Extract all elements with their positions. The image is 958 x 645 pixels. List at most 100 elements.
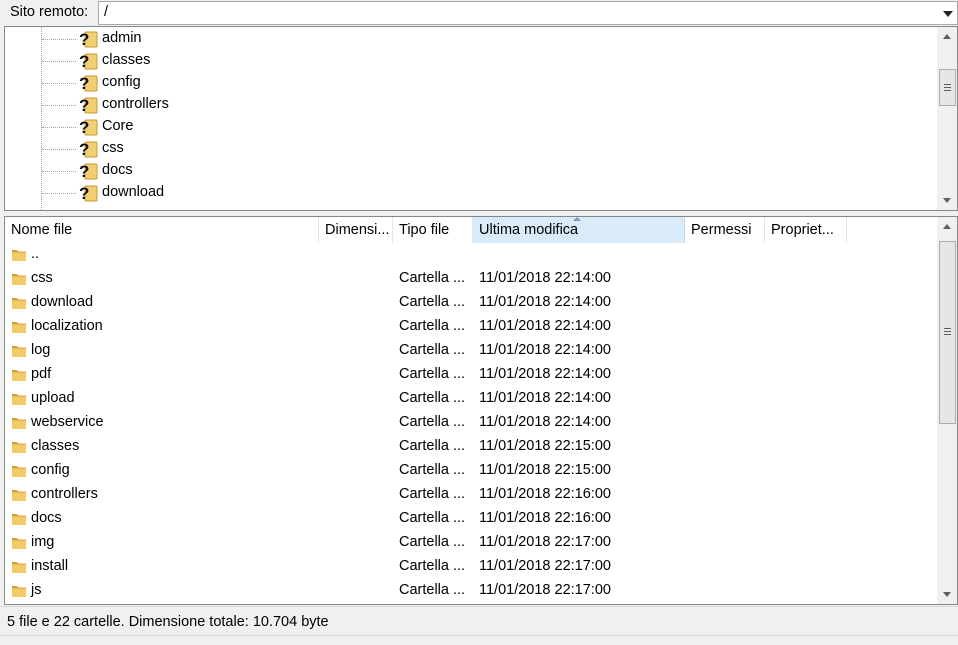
- cell-type: Cartella ...: [399, 534, 466, 550]
- table-row[interactable]: docs Cartella ... 11/01/2018 22:16:00: [5, 507, 939, 531]
- tree-item-label: classes: [102, 52, 151, 68]
- cell-type: Cartella ...: [399, 510, 466, 526]
- cell-name: controllers: [31, 486, 98, 502]
- table-row[interactable]: install Cartella ... 11/01/2018 22:17:00: [5, 555, 939, 579]
- column-header-permissions[interactable]: Permessi: [685, 217, 765, 243]
- remote-file-list[interactable]: Nome file Dimensi... Tipo file Ultima mo…: [4, 216, 958, 605]
- svg-text:?: ?: [79, 118, 89, 136]
- folder-icon: [11, 536, 27, 550]
- cell-name: docs: [31, 510, 62, 526]
- folder-icon: [11, 464, 27, 478]
- folder-icon: [11, 392, 27, 406]
- table-row[interactable]: css Cartella ... 11/01/2018 22:14:00: [5, 267, 939, 291]
- tree-branch-line: [42, 193, 76, 194]
- table-row[interactable]: ..: [5, 243, 939, 267]
- status-bar: 5 file e 22 cartelle. Dimensione totale:…: [0, 606, 958, 636]
- folder-icon: [11, 560, 27, 574]
- cell-type: Cartella ...: [399, 294, 466, 310]
- unknown-folder-icon: ?: [78, 74, 98, 93]
- folder-icon: [11, 320, 27, 334]
- tree-item-label: config: [102, 74, 141, 90]
- column-header-modified[interactable]: Ultima modifica: [473, 217, 685, 243]
- scroll-up-arrow-icon[interactable]: [943, 224, 951, 229]
- column-header-name[interactable]: Nome file: [5, 217, 319, 243]
- remote-path-value[interactable]: /: [104, 4, 108, 20]
- cell-modified: 11/01/2018 22:15:00: [479, 462, 611, 478]
- cell-modified: 11/01/2018 22:14:00: [479, 414, 611, 430]
- table-row[interactable]: download Cartella ... 11/01/2018 22:14:00: [5, 291, 939, 315]
- list-vertical-scrollbar[interactable]: [937, 217, 957, 604]
- tree-branch-line: [42, 171, 76, 172]
- folder-icon: [11, 440, 27, 454]
- cell-modified: 11/01/2018 22:14:00: [479, 270, 611, 286]
- column-header-owner[interactable]: Propriet...: [765, 217, 847, 243]
- tree-branch-line: [42, 61, 76, 62]
- list-scroll-thumb[interactable]: [939, 241, 956, 424]
- scroll-up-arrow-icon[interactable]: [943, 34, 951, 39]
- cell-modified: 11/01/2018 22:17:00: [479, 558, 611, 574]
- cell-modified: 11/01/2018 22:16:00: [479, 486, 611, 502]
- table-row[interactable]: pdf Cartella ... 11/01/2018 22:14:00: [5, 363, 939, 387]
- svg-text:?: ?: [79, 162, 89, 180]
- tree-item[interactable]: ? Core: [5, 116, 905, 138]
- cell-name: css: [31, 270, 53, 286]
- folder-icon: [11, 344, 27, 358]
- status-text: 5 file e 22 cartelle. Dimensione totale:…: [7, 614, 329, 630]
- cell-type: Cartella ...: [399, 366, 466, 382]
- table-row[interactable]: log Cartella ... 11/01/2018 22:14:00: [5, 339, 939, 363]
- dropdown-arrow-icon[interactable]: [943, 11, 953, 17]
- remote-path-combobox[interactable]: /: [98, 1, 958, 25]
- tree-branch-line: [42, 149, 76, 150]
- column-header-type[interactable]: Tipo file: [393, 217, 473, 243]
- table-row[interactable]: upload Cartella ... 11/01/2018 22:14:00: [5, 387, 939, 411]
- tree-vertical-scrollbar[interactable]: [937, 27, 957, 210]
- folder-icon: [11, 512, 27, 526]
- tree-branch-line: [42, 39, 76, 40]
- tree-item[interactable]: ? download: [5, 182, 905, 204]
- tree-item[interactable]: ? admin: [5, 28, 905, 50]
- folder-icon: [11, 368, 27, 382]
- grip-icon: [944, 84, 951, 91]
- tree-scroll-thumb[interactable]: [939, 69, 956, 106]
- cell-modified: 11/01/2018 22:14:00: [479, 294, 611, 310]
- cell-modified: 11/01/2018 22:15:00: [479, 438, 611, 454]
- folder-icon: [11, 272, 27, 286]
- table-row[interactable]: js Cartella ... 11/01/2018 22:17:00: [5, 579, 939, 603]
- table-row[interactable]: classes Cartella ... 11/01/2018 22:15:00: [5, 435, 939, 459]
- table-row[interactable]: controllers Cartella ... 11/01/2018 22:16:…: [5, 483, 939, 507]
- svg-text:?: ?: [79, 140, 89, 158]
- cell-name: download: [31, 294, 94, 310]
- cell-modified: 11/01/2018 22:16:00: [479, 510, 611, 526]
- remote-site-bar: Sito remoto: /: [0, 0, 958, 26]
- tree-item[interactable]: ? config: [5, 72, 905, 94]
- cell-name: localization: [31, 318, 103, 334]
- tree-item[interactable]: ? classes: [5, 50, 905, 72]
- tree-item-label: docs: [102, 162, 133, 178]
- folder-icon: [11, 416, 27, 430]
- scroll-down-arrow-icon[interactable]: [943, 198, 951, 203]
- column-header-size[interactable]: Dimensi...: [319, 217, 393, 243]
- folder-icon: [11, 248, 27, 262]
- tree-branch-line: [42, 127, 76, 128]
- cell-modified: 11/01/2018 22:17:00: [479, 534, 611, 550]
- cell-name: webservice: [31, 414, 104, 430]
- table-row[interactable]: img Cartella ... 11/01/2018 22:17:00: [5, 531, 939, 555]
- tree-item[interactable]: ? controllers: [5, 94, 905, 116]
- cell-type: Cartella ...: [399, 486, 466, 502]
- cell-modified: 11/01/2018 22:14:00: [479, 342, 611, 358]
- table-row[interactable]: webservice Cartella ... 11/01/2018 22:14:0…: [5, 411, 939, 435]
- cell-type: Cartella ...: [399, 582, 466, 598]
- tree-item-label: admin: [102, 30, 142, 46]
- svg-text:?: ?: [79, 96, 89, 114]
- svg-text:?: ?: [79, 30, 89, 48]
- table-row[interactable]: config Cartella ... 11/01/2018 22:15:00: [5, 459, 939, 483]
- tree-item-partial[interactable]: [5, 204, 905, 210]
- column-header-row: Nome file Dimensi... Tipo file Ultima mo…: [5, 217, 939, 243]
- tree-item[interactable]: ? docs: [5, 160, 905, 182]
- cell-name: pdf: [31, 366, 52, 382]
- scroll-down-arrow-icon[interactable]: [943, 592, 951, 597]
- table-row[interactable]: localization Cartella ... 11/01/2018 22:14…: [5, 315, 939, 339]
- remote-directory-tree[interactable]: ? admin? classes? config? controllers? Core? c…: [4, 26, 958, 211]
- tree-item[interactable]: ? css: [5, 138, 905, 160]
- svg-text:?: ?: [79, 52, 89, 70]
